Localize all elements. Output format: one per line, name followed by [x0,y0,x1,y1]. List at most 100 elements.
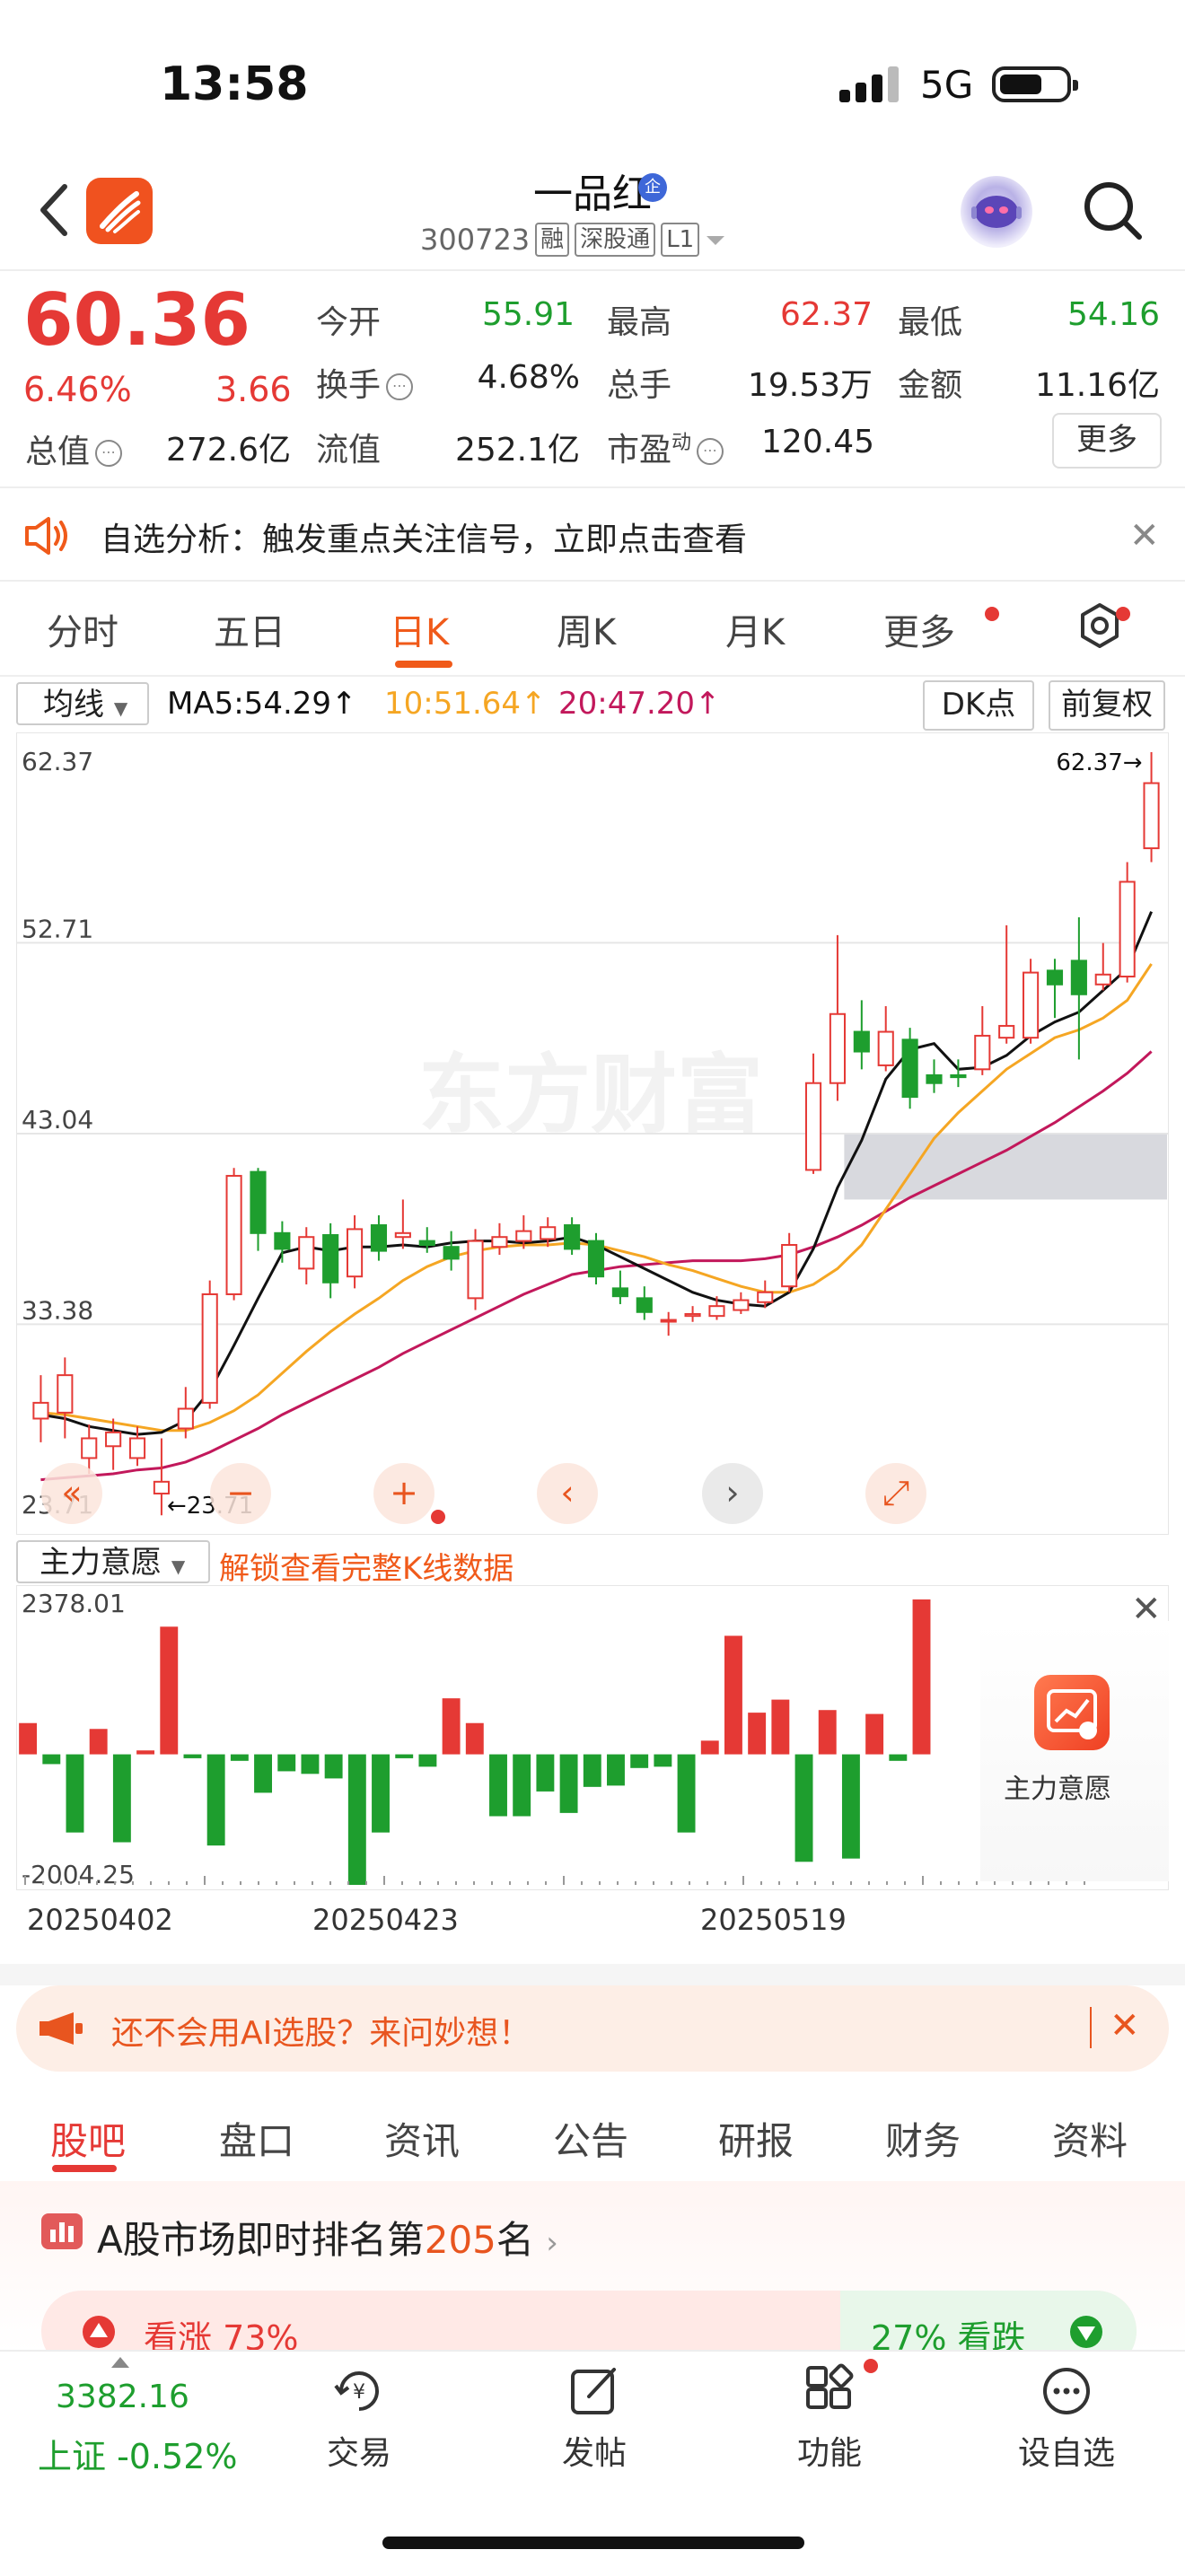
nav-post[interactable]: 发帖 [531,2427,657,2474]
info-icon[interactable]: ⋯ [386,373,414,400]
notice-text[interactable]: 自选分析：触发重点关注信号，立即点击查看 [101,513,747,560]
ma20-label: 20:47.20↑ [558,686,721,722]
ai-banner-text[interactable]: 还不会用AI选股？来问妙想！ [111,2007,531,2054]
candle-body [611,1287,628,1298]
high-marker: 62.37→ [1056,749,1142,776]
indicator-select-label: 主力意愿 [40,1545,162,1581]
trade-icon[interactable]: ¥ [330,2362,388,2420]
candle-body [322,1234,339,1284]
pe-label-text: 市盈 [607,432,672,469]
indicator-bar [489,1754,507,1817]
indicator-bar [418,1754,437,1767]
rank-text[interactable]: A股市场即时排名第205名 › [97,2210,558,2265]
mktcap-label[interactable]: 总值 ⋯ [25,425,123,472]
indicator-bar [465,1722,484,1755]
info-icon[interactable]: ⋯ [95,440,123,467]
indicator-select[interactable]: 主力意愿 ▼ [16,1540,210,1583]
ma-select[interactable]: 均线 ▼ [16,682,149,725]
tab-daily-k[interactable]: 日K [390,603,449,655]
mktcap-label-text: 总值 [25,434,91,470]
indicator-bar [301,1754,320,1774]
nav-function[interactable]: 功能 [767,2427,892,2474]
signal-icon [839,66,899,102]
indicator-bar [748,1713,767,1755]
zoom-in-icon[interactable]: + [373,1463,434,1524]
back-arrow-icon[interactable] [36,181,72,239]
more-dots-icon[interactable] [1038,2362,1095,2420]
divider [0,486,1185,488]
candle-body [418,1240,435,1247]
index-value[interactable]: 3382.16 [56,2379,189,2415]
tab-news[interactable]: 资讯 [384,2111,460,2166]
fullscreen-icon[interactable]: ⤢ [865,1463,926,1524]
post-icon[interactable] [566,2362,623,2420]
kline-chart[interactable]: 62.3752.7143.0433.3823.71东方财富62.37→←23.7… [16,732,1169,1535]
tab-forum[interactable]: 股吧 [50,2111,126,2166]
section-gap [0,1964,1185,1985]
tab-intraday[interactable]: 分时 [47,603,118,655]
indicator-bar [889,1754,908,1761]
close-icon[interactable]: ✕ [1129,515,1160,556]
tab-five-day[interactable]: 五日 [214,603,285,655]
tab-weekly-k[interactable]: 周K [557,603,616,655]
indicator-bar [607,1754,625,1786]
unlock-link[interactable]: 解锁查看完整K线数据 [219,1544,514,1588]
dk-point-button[interactable]: DK点 [923,680,1034,731]
pe-label[interactable]: 市盈动 ⋯ [607,424,724,470]
candle-body [32,1401,49,1420]
candle-body [1023,971,1040,1039]
scroll-left-icon[interactable]: ‹ [537,1463,598,1524]
low-value: 54.16 [1066,296,1160,333]
nav-add-watchlist[interactable]: 设自选 [1004,2427,1129,2474]
index-name[interactable]: 上证 -0.52% [38,2429,238,2478]
current-price: 60.36 [23,278,251,362]
rank-chart-icon [41,2213,83,2249]
candle-body [1143,782,1160,850]
turnover-value: 4.68% [477,359,580,396]
stock-code: 300723 [420,223,531,257]
tab-announcements[interactable]: 公告 [553,2111,628,2166]
candle [587,1232,605,1284]
indicator-card-icon[interactable] [1034,1675,1110,1750]
tab-research[interactable]: 研报 [718,2111,794,2166]
amount-value: 11.16亿 [1034,367,1160,404]
turnover-label[interactable]: 换手 ⋯ [316,359,414,406]
indicator-card[interactable] [980,1621,1169,1881]
y-tick-label: 62.37 [22,747,93,776]
battery-icon [992,66,1078,102]
tab-finance[interactable]: 财务 [885,2111,961,2166]
divider [0,675,1185,677]
dropdown-triangle-icon: ▼ [113,697,128,719]
indicator-bar [160,1626,179,1755]
volume-value: 19.53万 [747,367,873,404]
candle-body [660,1319,677,1323]
adjust-button[interactable]: 前复权 [1049,680,1165,731]
tab-monthly-k[interactable]: 月K [725,603,785,655]
down-arrow-icon[interactable] [1068,2314,1104,2350]
up-arrow-icon[interactable] [81,2314,117,2350]
tab-orderbook[interactable]: 盘口 [219,2111,294,2166]
indicator-card-label[interactable]: 主力意愿 [1004,1766,1111,1806]
indicator-bar [841,1754,860,1859]
megaphone-icon [40,2012,83,2045]
volume-label: 总手 [607,367,672,404]
notification-dot [985,607,999,621]
info-icon[interactable]: ⋯ [697,438,724,465]
more-button[interactable]: 更多 [1052,413,1162,469]
function-icon[interactable] [801,2362,858,2420]
indicator-bar [771,1699,790,1755]
tab-more[interactable]: 更多 [883,603,955,655]
ai-robot-icon[interactable] [961,176,1032,248]
close-icon[interactable]: ✕ [1110,2005,1140,2046]
stock-code-row[interactable]: 300723 融 深股通 L1 [420,223,726,257]
search-icon[interactable] [1082,180,1145,242]
zoom-out-icon[interactable]: − [210,1463,271,1524]
status-bar: 13:58 5G [0,0,1185,162]
rank-prefix: A股市场即时排名第 [97,2218,425,2262]
nav-trade[interactable]: 交易 [296,2427,422,2474]
scroll-right-icon[interactable]: › [702,1463,763,1524]
candle-body [467,1240,484,1300]
tag-margin: 融 [535,223,570,257]
scroll-left-fast-icon[interactable]: « [41,1463,102,1524]
tab-profile[interactable]: 资料 [1052,2111,1128,2166]
